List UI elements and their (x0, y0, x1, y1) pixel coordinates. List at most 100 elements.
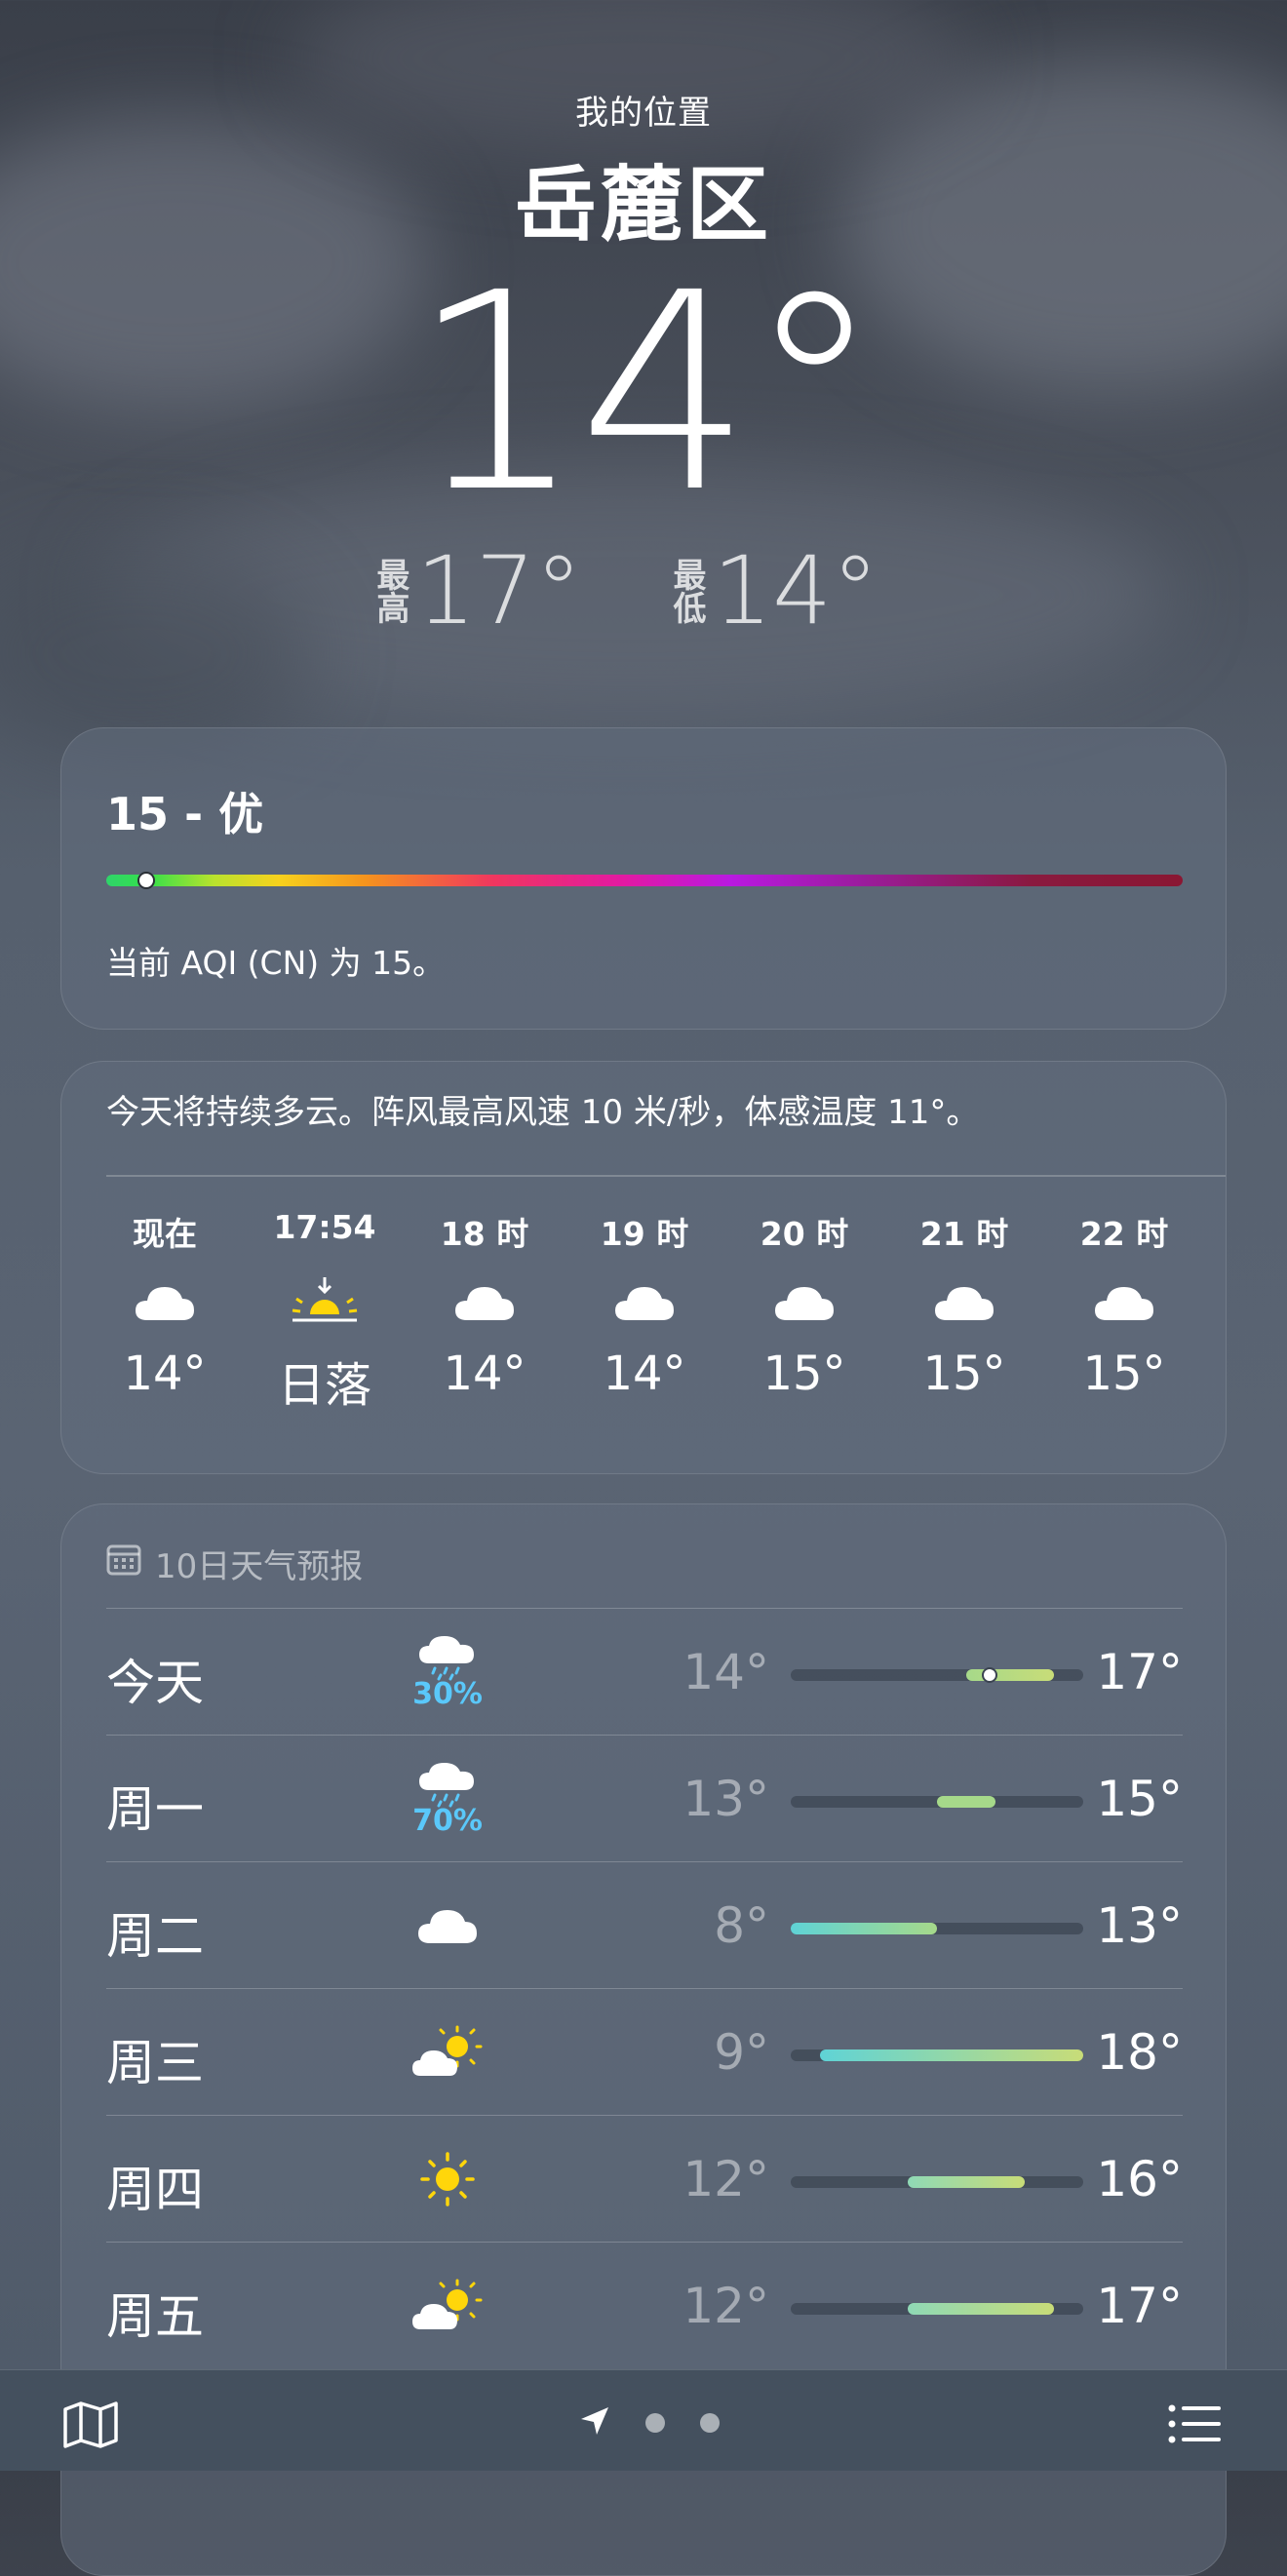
temp-range-fill (908, 2176, 1025, 2188)
temp-range-fill (908, 2303, 1054, 2315)
map-icon[interactable] (62, 2400, 119, 2454)
day-row[interactable]: 周二 8° 13° (106, 1861, 1183, 1989)
low-temp: 8° (714, 1897, 769, 1954)
temp-range-fill (966, 1669, 1054, 1681)
high-temp: 15° (1096, 1771, 1183, 1827)
calendar-icon (106, 1542, 141, 1584)
high-temp: 17° (1096, 2278, 1183, 2334)
cloud-icon (106, 1265, 223, 1341)
day-row[interactable]: 周一 70% 13° 15° (106, 1735, 1183, 1862)
day-label: 周三 (106, 2035, 204, 2091)
hourly-summary: 今天将持续多云。阵风最高风速 10 米/秒，体感温度 11°。 (106, 1093, 980, 1132)
air-quality-card[interactable]: 15 - 优 当前 AQI (CN) 为 15。 (60, 727, 1227, 1030)
partly-sunny-icon (389, 2262, 506, 2350)
low-temp: 13° (682, 1771, 769, 1827)
day-row[interactable]: 周四 12° 16° (106, 2115, 1183, 2243)
partly-sunny-icon (389, 2009, 506, 2096)
hour-time: 19 时 (600, 1215, 689, 1253)
high-temp: 18° (1096, 2024, 1183, 2081)
high-temp: 16° (1096, 2151, 1183, 2207)
temp-range-bar (791, 1796, 1083, 1808)
day-label: 周五 (106, 2288, 204, 2345)
hour-time: 17:54 (273, 1208, 376, 1246)
page-dot[interactable] (700, 2413, 720, 2433)
location-label: 我的位置 (575, 94, 712, 133)
aqi-indicator (137, 872, 156, 889)
high-temp: 17° (1096, 1644, 1183, 1700)
hour-temp: 14° (123, 1347, 207, 1401)
temp-range-bar (791, 1923, 1083, 1934)
low-temp: 最低 14° (667, 536, 916, 645)
day-row[interactable]: 周五 12° 17° (106, 2242, 1183, 2369)
page-dot[interactable] (645, 2413, 665, 2433)
high-label: 最高 (370, 558, 410, 624)
low-temp: 9° (714, 2024, 769, 2081)
day-label: 今天 (106, 1655, 204, 1711)
day-row[interactable]: 今天 30% 14° 17° (106, 1608, 1183, 1736)
temp-range-fill (937, 1796, 995, 1808)
hourly-forecast-card[interactable]: 今天将持续多云。阵风最高风速 10 米/秒，体感温度 11°。 现在 14° 1… (60, 1061, 1227, 1474)
low-temp: 12° (682, 2278, 769, 2334)
hour-item: 17:54 日落 (266, 1208, 383, 1415)
temp-range-bar (791, 2049, 1083, 2061)
cloud-rain-icon: 70% (389, 1755, 506, 1843)
low-temp: 14° (682, 1644, 769, 1700)
hour-item: 21 时 15° (906, 1208, 1023, 1415)
cloud-icon (586, 1265, 703, 1341)
hour-temp: 14° (443, 1347, 526, 1401)
temp-range-fill (820, 2049, 1083, 2061)
hour-temp: 15° (762, 1347, 846, 1401)
hour-temp: 15° (1082, 1347, 1166, 1401)
sunset-icon (266, 1265, 383, 1341)
hourly-list[interactable]: 现在 14° 17:54 日落 18 时 14° 19 时 14° 20 时 1… (106, 1208, 1183, 1415)
aqi-scale-bar (106, 872, 1183, 889)
cloud-icon (426, 1265, 543, 1341)
hour-time: 20 时 (760, 1215, 849, 1253)
current-temperature: 14° (410, 235, 882, 553)
aqi-description: 当前 AQI (CN) 为 15。 (106, 944, 446, 982)
ten-day-title: 10日天气预报 (155, 1547, 364, 1586)
cloud-rain-icon: 30% (389, 1628, 506, 1716)
hour-time: 21 时 (919, 1215, 1009, 1253)
page-indicator[interactable] (579, 2405, 720, 2440)
bottom-toolbar (0, 2369, 1287, 2471)
aqi-value: 15 - 优 (106, 788, 264, 840)
temp-range-bar (791, 2176, 1083, 2188)
hour-item: 22 时 15° (1066, 1208, 1183, 1415)
high-value: 17° (415, 536, 582, 645)
divider (106, 1175, 1226, 1177)
sun-icon (389, 2135, 506, 2223)
hour-temp: 15° (922, 1347, 1006, 1401)
hour-temp: 日落 (277, 1358, 371, 1413)
day-label: 周一 (106, 1781, 204, 1838)
temp-range-bar (791, 1667, 1083, 1683)
hour-time: 现在 (133, 1215, 197, 1253)
high-temp: 13° (1096, 1897, 1183, 1954)
low-temp: 12° (682, 2151, 769, 2207)
location-header: 我的位置 岳麓区 14° 最高 17° 最低 14° (0, 86, 1287, 645)
hour-time: 18 时 (440, 1215, 529, 1253)
current-temp-marker (982, 1667, 997, 1683)
precip-chance: 30% (412, 1676, 483, 1711)
day-row[interactable]: 周三 9° 18° (106, 1988, 1183, 2116)
hour-item: 18 时 14° (426, 1208, 543, 1415)
hour-temp: 14° (603, 1347, 686, 1401)
low-value: 14° (713, 536, 879, 645)
day-label: 周四 (106, 2162, 204, 2218)
ten-day-header: 10日天气预报 (106, 1540, 363, 1587)
location-arrow-icon[interactable] (579, 2405, 610, 2440)
temp-range-bar (791, 2303, 1083, 2315)
hour-item: 19 时 14° (586, 1208, 703, 1415)
cloud-icon (906, 1265, 1023, 1341)
cloud-icon (1066, 1265, 1183, 1341)
precip-chance: 70% (412, 1803, 483, 1838)
cloud-icon (746, 1265, 863, 1341)
cloud-icon (389, 1882, 506, 1970)
day-label: 周二 (106, 1908, 204, 1965)
list-icon[interactable] (1168, 2403, 1223, 2448)
high-temp: 最高 17° (370, 536, 619, 645)
hour-time: 22 时 (1079, 1215, 1169, 1253)
low-label: 最低 (667, 558, 706, 624)
hour-item: 现在 14° (106, 1208, 223, 1415)
temp-range-fill (791, 1923, 937, 1934)
